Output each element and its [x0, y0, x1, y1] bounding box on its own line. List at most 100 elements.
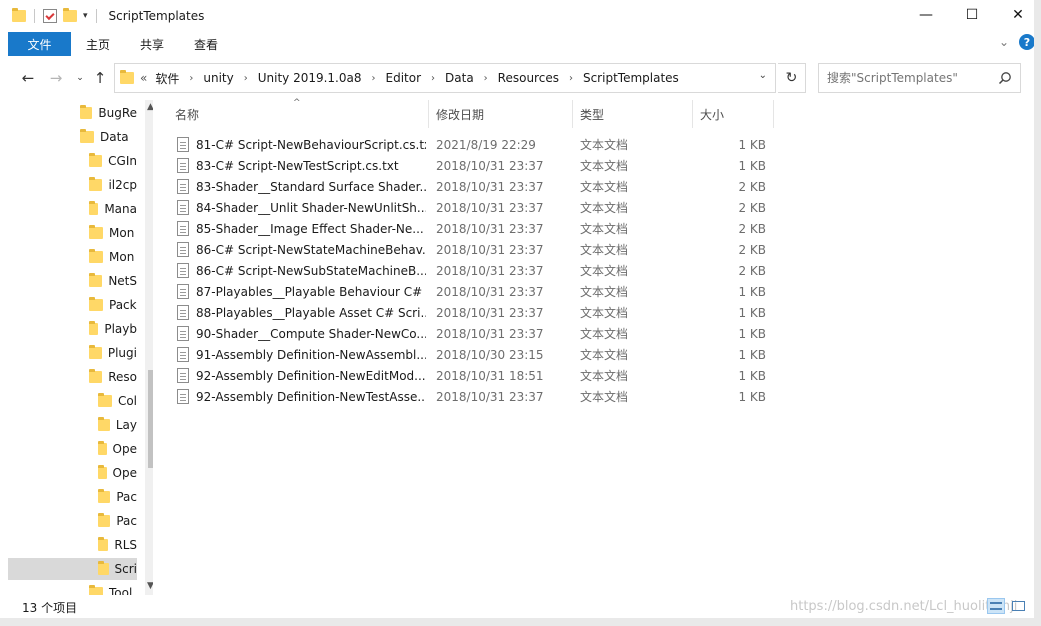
file-row[interactable]: 91-Assembly Definition-NewAssembl... 2018…	[168, 344, 778, 365]
file-type: 文本文档	[580, 201, 629, 215]
up-arrow-icon[interactable]: ↑	[90, 68, 110, 88]
item-count: 13 个项目	[22, 600, 78, 615]
navigation-bar: ← → ⌄ ↑ « 软件 › unity › Unity 2019.1.0a8 › Edit…	[0, 62, 1041, 94]
navigation-pane[interactable]: Tool Scri RLS Pac Pac Ope Ope Lay Col Reso Plugi Pl…	[8, 100, 153, 595]
file-row[interactable]: 90-Shader__Compute Shader-NewCo... 2018/1…	[168, 323, 778, 344]
nav-item[interactable]: RLS	[98, 534, 137, 556]
file-name: 83-C# Script-NewTestScript.cs.txt	[196, 158, 399, 173]
file-size: 1 KB	[738, 305, 766, 320]
file-row[interactable]: 83-Shader__Standard Surface Shader... 201…	[168, 176, 778, 197]
properties-icon[interactable]	[43, 9, 57, 23]
breadcrumb-chevron-icon[interactable]: ›	[372, 73, 376, 84]
tab-view[interactable]: 查看	[179, 32, 233, 56]
breadcrumb-overflow[interactable]: «	[140, 71, 147, 85]
file-row[interactable]: 88-Playables__Playable Asset C# Scri... 2…	[168, 302, 778, 323]
help-icon[interactable]: ?	[1019, 34, 1035, 50]
folder-icon	[98, 561, 109, 575]
nav-scrollbar-thumb[interactable]	[148, 370, 153, 468]
file-row[interactable]: 86-C# Script-NewSubStateMachineB... 2018/…	[168, 260, 778, 281]
search-input[interactable]	[827, 71, 997, 85]
breadcrumb-chevron-icon[interactable]: ›	[244, 73, 248, 84]
nav-item[interactable]: Mana	[89, 198, 137, 220]
nav-item-label: Lay	[115, 418, 137, 432]
toolbar-divider	[34, 9, 35, 23]
nav-item[interactable]: Scri	[8, 558, 137, 580]
forward-arrow-icon[interactable]: →	[46, 68, 66, 88]
tab-share[interactable]: 共享	[125, 32, 179, 56]
file-row[interactable]: 92-Assembly Definition-NewTestAsse... 201…	[168, 386, 778, 407]
search-icon[interactable]	[998, 71, 1012, 88]
file-row[interactable]: 83-C# Script-NewTestScript.cs.txt 2018/10…	[168, 155, 778, 176]
maximize-button[interactable]: ☐	[949, 0, 995, 30]
details-view-button[interactable]	[987, 598, 1005, 614]
column-header-type[interactable]: 类型	[573, 100, 693, 128]
file-row[interactable]: 84-Shader__Unlit Shader-NewUnlitSh... 201…	[168, 197, 778, 218]
breadcrumb-item[interactable]: Editor	[386, 71, 422, 85]
file-row[interactable]: 92-Assembly Definition-NewEditMod... 2018…	[168, 365, 778, 386]
watermark: https://blog.csdn.net/Lcl_huolitianji	[790, 599, 1018, 614]
nav-item[interactable]: Ope	[98, 438, 137, 460]
refresh-icon[interactable]: ↻	[778, 63, 806, 93]
nav-item[interactable]: Data	[80, 126, 137, 148]
scroll-down-icon[interactable]: ▼	[147, 581, 153, 591]
recent-locations-chevron-icon[interactable]: ⌄	[70, 68, 90, 88]
tab-home[interactable]: 主页	[71, 32, 125, 56]
nav-item[interactable]: Ope	[98, 462, 137, 484]
back-arrow-icon[interactable]: ←	[18, 68, 38, 88]
nav-item[interactable]: Pack	[89, 294, 137, 316]
nav-scrollbar[interactable]: ▲ ▼	[145, 100, 153, 595]
nav-item[interactable]: CGIn	[89, 150, 137, 172]
file-row[interactable]: 86-C# Script-NewStateMachineBehav... 2018…	[168, 239, 778, 260]
nav-item[interactable]: NetS	[89, 270, 137, 292]
nav-item[interactable]: il2cp	[89, 174, 137, 196]
folder-icon	[98, 537, 109, 551]
breadcrumb-chevron-icon[interactable]: ›	[484, 73, 488, 84]
breadcrumb-item[interactable]: ScriptTemplates	[583, 71, 679, 85]
file-row[interactable]: 81-C# Script-NewBehaviourScript.cs.txt 20…	[168, 134, 778, 155]
large-icons-view-button[interactable]	[1009, 598, 1027, 614]
nav-item[interactable]: Pac	[98, 510, 137, 532]
breadcrumb-chevron-icon[interactable]: ›	[189, 73, 193, 84]
file-date: 2018/10/31 23:37	[436, 389, 544, 404]
customize-toolbar-icon[interactable]: ▾	[83, 11, 88, 21]
nav-item[interactable]: Col	[98, 390, 137, 412]
folder-icon	[98, 513, 111, 527]
breadcrumb-chevron-icon[interactable]: ›	[569, 73, 573, 84]
file-list: 81-C# Script-NewBehaviourScript.cs.txt 20…	[168, 134, 778, 407]
file-type: 文本文档	[580, 285, 629, 299]
nav-item-label: il2cp	[108, 178, 137, 192]
breadcrumb-chevron-icon[interactable]: ›	[431, 73, 435, 84]
nav-item[interactable]: Mon	[89, 246, 137, 268]
address-bar[interactable]: « 软件 › unity › Unity 2019.1.0a8 › Editor › Data ›…	[114, 63, 776, 93]
nav-item[interactable]: Lay	[98, 414, 137, 436]
search-box[interactable]	[818, 63, 1021, 93]
breadcrumb-item[interactable]: Resources	[498, 71, 559, 85]
column-header-name[interactable]: 名称	[168, 100, 429, 128]
breadcrumb-item[interactable]: unity	[203, 71, 233, 85]
file-name: 86-C# Script-NewStateMachineBehav...	[196, 242, 426, 257]
nav-item[interactable]: Mon	[89, 222, 137, 244]
file-size: 1 KB	[738, 158, 766, 173]
nav-item[interactable]: Playb	[89, 318, 137, 340]
column-header-size[interactable]: 大小	[693, 100, 774, 128]
text-file-icon	[177, 158, 189, 173]
scroll-up-icon[interactable]: ▲	[147, 102, 153, 112]
nav-item[interactable]: Tool	[89, 582, 137, 595]
breadcrumb-item[interactable]: Data	[445, 71, 474, 85]
file-size: 2 KB	[738, 242, 766, 257]
nav-item[interactable]: Pac	[98, 486, 137, 508]
file-row[interactable]: 87-Playables__Playable Behaviour C# ... 2…	[168, 281, 778, 302]
nav-item[interactable]: BugRe	[80, 102, 137, 124]
nav-item[interactable]: Reso	[89, 366, 137, 388]
expand-ribbon-icon[interactable]: ⌄	[999, 35, 1009, 49]
tab-file[interactable]: 文件	[8, 32, 71, 56]
file-row[interactable]: 85-Shader__Image Effect Shader-Ne... 2018…	[168, 218, 778, 239]
new-folder-icon[interactable]	[63, 8, 77, 22]
address-dropdown-icon[interactable]: ⌄	[759, 70, 767, 81]
column-header-date[interactable]: 修改日期	[429, 100, 573, 128]
file-size: 1 KB	[738, 389, 766, 404]
minimize-button[interactable]: —	[903, 0, 949, 30]
nav-item[interactable]: Plugi	[89, 342, 137, 364]
breadcrumb-item[interactable]: Unity 2019.1.0a8	[258, 71, 362, 85]
breadcrumb-item[interactable]: 软件	[155, 70, 179, 87]
